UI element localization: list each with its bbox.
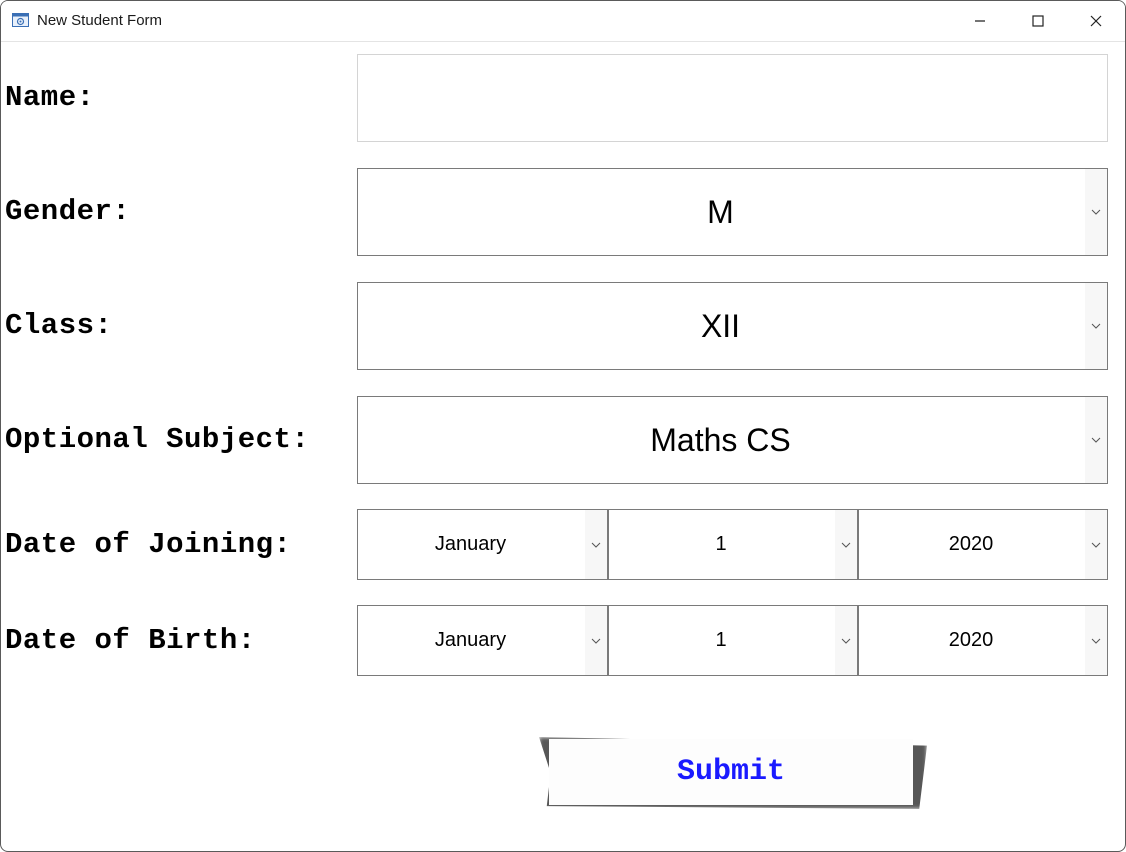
maximize-button[interactable] xyxy=(1009,1,1067,41)
name-input[interactable] xyxy=(357,54,1108,142)
student-form-window: New Student Form Name: Gender: M Class: … xyxy=(0,0,1126,852)
birth-year-value: 2020 xyxy=(948,629,994,651)
gender-selected-value: M xyxy=(707,193,734,230)
joining-year-value: 2020 xyxy=(948,533,994,555)
joining-year-dropdown-arrow[interactable] xyxy=(1085,510,1107,579)
birth-month-dropdown-arrow[interactable] xyxy=(585,606,607,675)
birth-day-value: 1 xyxy=(715,629,727,651)
minimize-button[interactable] xyxy=(951,1,1009,41)
close-button[interactable] xyxy=(1067,1,1125,41)
chevron-down-icon xyxy=(591,542,601,548)
minimize-icon xyxy=(975,20,985,22)
birth-day-select[interactable]: 1 xyxy=(608,605,858,676)
optional-subject-label: Optional Subject: xyxy=(5,423,310,456)
chevron-down-icon xyxy=(841,638,851,644)
class-select[interactable]: XII xyxy=(357,282,1108,370)
optional-subject-dropdown-arrow[interactable] xyxy=(1085,397,1107,483)
birth-day-dropdown-arrow[interactable] xyxy=(835,606,857,675)
chevron-down-icon xyxy=(1091,542,1101,548)
birth-year-dropdown-arrow[interactable] xyxy=(1085,606,1107,675)
joining-month-value: January xyxy=(434,533,507,555)
form-window-icon xyxy=(12,13,29,27)
class-selected-value: XII xyxy=(700,307,741,344)
date-of-birth-label: Date of Birth: xyxy=(5,624,256,657)
submit-button-frame: Submit xyxy=(537,733,929,813)
birth-year-select[interactable]: 2020 xyxy=(858,605,1108,676)
optional-subject-select[interactable]: Maths CS xyxy=(357,396,1108,484)
close-icon xyxy=(1090,15,1102,27)
class-dropdown-arrow[interactable] xyxy=(1085,283,1107,369)
name-label: Name: xyxy=(5,81,95,114)
joining-day-value: 1 xyxy=(715,533,727,555)
class-label: Class: xyxy=(5,309,113,342)
gender-dropdown-arrow[interactable] xyxy=(1085,169,1107,255)
birth-month-value: January xyxy=(434,629,507,651)
gender-select[interactable]: M xyxy=(357,168,1108,256)
maximize-icon xyxy=(1032,15,1044,27)
chevron-down-icon xyxy=(1091,209,1101,215)
joining-month-dropdown-arrow[interactable] xyxy=(585,510,607,579)
submit-button[interactable]: Submit xyxy=(549,739,913,805)
birth-month-select[interactable]: January xyxy=(357,605,608,676)
chevron-down-icon xyxy=(1091,437,1101,443)
chevron-down-icon xyxy=(841,542,851,548)
optional-subject-selected-value: Maths CS xyxy=(650,421,791,458)
joining-day-select[interactable]: 1 xyxy=(608,509,858,580)
joining-year-select[interactable]: 2020 xyxy=(858,509,1108,580)
gender-label: Gender: xyxy=(5,195,131,228)
title-bar[interactable]: New Student Form xyxy=(1,1,1125,42)
joining-day-dropdown-arrow[interactable] xyxy=(835,510,857,579)
joining-month-select[interactable]: January xyxy=(357,509,608,580)
chevron-down-icon xyxy=(1091,638,1101,644)
window-title: New Student Form xyxy=(37,12,163,29)
chevron-down-icon xyxy=(1091,323,1101,329)
date-of-joining-label: Date of Joining: xyxy=(5,528,292,561)
chevron-down-icon xyxy=(591,638,601,644)
